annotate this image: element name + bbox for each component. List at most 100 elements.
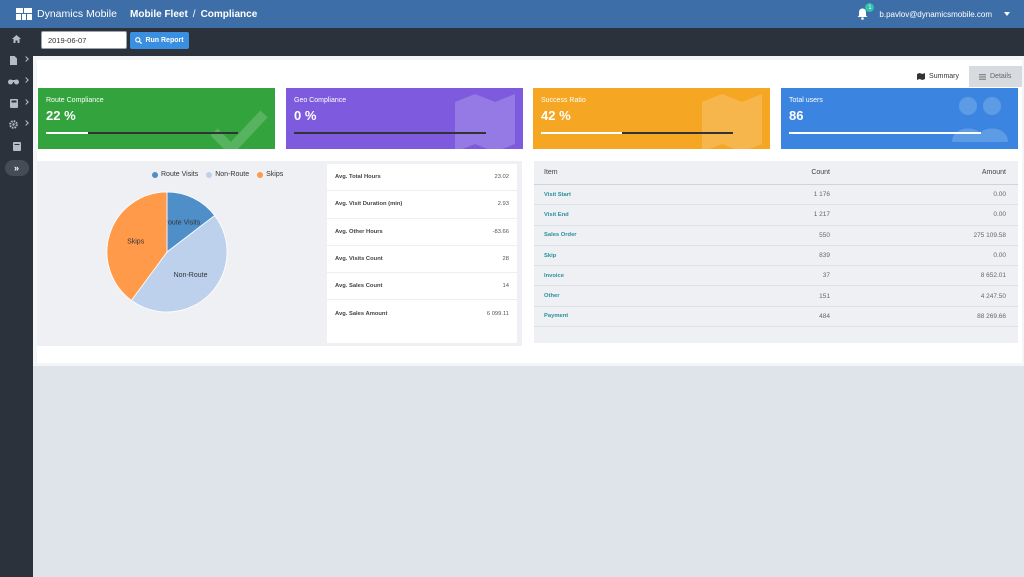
tab-details-label: Details	[990, 73, 1012, 80]
top-bar: Dynamics Mobile Mobile Fleet / Complianc…	[0, 0, 1024, 28]
chevron-right-icon	[23, 77, 29, 83]
logo-icon	[16, 8, 32, 20]
calculator-icon	[9, 98, 18, 108]
card-progress-track	[541, 132, 733, 134]
cell-amount: 275 109.58	[973, 231, 1006, 239]
cell-item: Visit Start	[544, 191, 571, 198]
stat-label: Avg. Total Hours	[335, 174, 381, 181]
document-icon	[10, 55, 17, 65]
card-progress-fill	[46, 132, 89, 134]
book-icon	[12, 141, 21, 151]
table-row[interactable]: Visit Start 1 176 0.00	[534, 185, 1018, 206]
stat-row: Avg. Visits Count 28	[327, 246, 517, 274]
card-progress-track	[294, 132, 486, 134]
card-progress-track	[46, 132, 238, 134]
breadcrumb-page: Compliance	[200, 8, 258, 20]
breadcrumb-module[interactable]: Mobile Fleet	[130, 9, 188, 20]
tab-details[interactable]: Details	[969, 66, 1022, 87]
users-icon	[952, 97, 1008, 142]
stat-value: 6 099.11	[486, 311, 509, 318]
legend-swatch	[257, 171, 264, 178]
cell-count: 550	[819, 231, 830, 239]
legend-swatch	[206, 171, 213, 178]
success-ratio-card: Success Ratio 42 %	[533, 88, 770, 149]
sidebar-item-tracking[interactable]	[0, 71, 33, 93]
legend-label: Non-Route	[215, 171, 250, 178]
sidebar-item-calculator[interactable]	[0, 93, 33, 115]
averages-list: Avg. Total Hours 23.02 Avg. Visit Duratio…	[327, 164, 517, 343]
chart-legend: Route Visits Non-Route Skips	[152, 171, 283, 178]
table-row[interactable]: Skip 839 0.00	[534, 246, 1018, 267]
pie-slice-label: Route Visits	[163, 219, 201, 226]
stat-label: Avg. Visits Count	[335, 256, 383, 263]
column-header-amount[interactable]: Amount	[830, 169, 1006, 176]
app-name: Dynamics Mobile	[37, 8, 117, 20]
table-row[interactable]: Visit End 1 217 0.00	[534, 205, 1018, 226]
chevron-right-icon	[23, 120, 29, 126]
stat-value: 2.93	[497, 201, 509, 208]
card-progress-fill	[541, 132, 622, 134]
pie-slice-label: Skips	[127, 239, 145, 246]
cell-count: 484	[819, 312, 830, 320]
cell-amount: 88 269.66	[977, 312, 1006, 320]
items-table: Item Count Amount Visit Start 1 176 0.00 V…	[534, 161, 1018, 343]
legend-label: Skips	[266, 171, 284, 178]
chevron-right-icon	[23, 55, 29, 62]
card-value: 22 %	[46, 108, 76, 123]
map-icon	[455, 94, 515, 149]
table-row[interactable]: Payment 484 88 269.66	[534, 307, 1018, 328]
legend-item[interactable]: Non-Route	[206, 171, 249, 178]
stat-row: Avg. Visit Duration (min) 2.93	[327, 191, 517, 219]
app-logo[interactable]: Dynamics Mobile	[16, 8, 130, 20]
cell-item: Visit End	[544, 211, 569, 218]
table-header: Item Count Amount	[534, 161, 1018, 185]
user-email[interactable]: b.pavlov@dynamicsmobile.com	[879, 10, 992, 19]
notification-count-badge: 1	[865, 3, 875, 12]
total-users-card: Total users 86	[781, 88, 1018, 149]
column-header-count[interactable]: Count	[684, 169, 830, 176]
notifications-bell-icon[interactable]: 1	[857, 3, 875, 20]
route-compliance-card: Route Compliance 22 %	[38, 88, 275, 149]
sidebar-item-home[interactable]	[0, 28, 33, 50]
map-icon	[917, 73, 926, 80]
card-value: 42 %	[541, 108, 571, 123]
sidebar-item-book[interactable]	[0, 136, 33, 158]
cell-item: Other	[544, 293, 560, 300]
cell-count: 37	[822, 272, 830, 280]
card-value: 86	[789, 108, 804, 123]
sidebar-toggle-button[interactable]: »	[4, 160, 29, 176]
chevron-right-icon	[23, 98, 29, 105]
report-panel: Summary Details Route Compliance 22 % Ge…	[37, 60, 1022, 363]
cell-count: 1 217	[813, 211, 830, 219]
table-row[interactable]: Sales Order 550 275 109.58	[534, 226, 1018, 246]
table-row[interactable]: Other 151 4 247.50	[534, 286, 1018, 307]
user-menu-chevron-down-icon[interactable]	[1004, 12, 1010, 16]
legend-item[interactable]: Route Visits	[152, 171, 198, 178]
map-icon	[702, 94, 762, 149]
card-title: Route Compliance	[46, 97, 104, 104]
home-icon	[12, 34, 21, 43]
stat-row: Avg. Total Hours 23.02	[327, 164, 517, 192]
table-row[interactable]: Invoice 37 8 652.01	[534, 266, 1018, 287]
run-report-label: Run Report	[145, 37, 184, 44]
breadcrumb: Mobile Fleet / Compliance	[130, 9, 257, 20]
card-title: Success Ratio	[541, 97, 586, 104]
column-header-item[interactable]: Item	[534, 169, 684, 176]
cell-amount: 8 652.01	[980, 272, 1006, 280]
run-report-button[interactable]: Run Report	[130, 32, 189, 49]
card-progress-track	[789, 132, 981, 134]
cell-amount: 4 247.50	[980, 292, 1006, 300]
legend-item[interactable]: Skips	[257, 171, 283, 178]
report-date-input[interactable]	[41, 31, 127, 49]
sidebar-item-documents[interactable]	[0, 50, 33, 72]
card-title: Total users	[789, 97, 823, 104]
check-icon	[210, 110, 268, 149]
stat-label: Avg. Sales Amount	[335, 311, 388, 318]
sidebar-item-settings[interactable]	[0, 114, 33, 136]
tab-summary[interactable]: Summary	[907, 66, 969, 87]
double-chevron-right-icon: »	[13, 163, 19, 173]
view-tabs: Summary Details	[907, 66, 1022, 87]
sidebar: »	[0, 28, 33, 577]
stat-row: Avg. Other Hours -83.66	[327, 219, 517, 246]
card-title: Geo Compliance	[294, 97, 347, 104]
